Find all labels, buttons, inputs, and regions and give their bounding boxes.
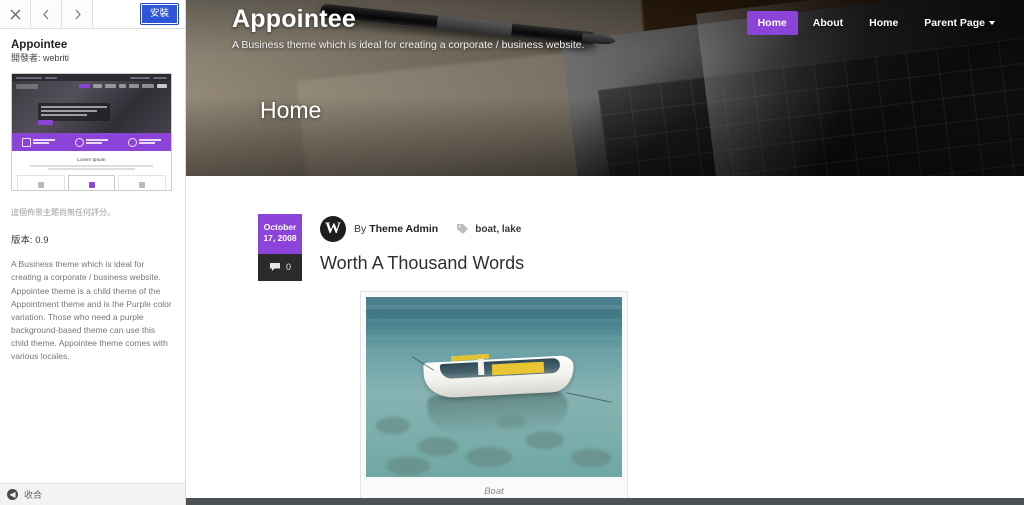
post-tag-list[interactable]: boat, lake [475,224,521,235]
screenshot-hero-card [38,103,110,122]
avatar: W [320,216,346,242]
screenshot-columns [12,175,171,191]
nav-item-about[interactable]: About [802,11,854,35]
post-tags: boat, lake [456,223,521,235]
nav-label: Home [757,17,787,29]
post-date-month: October [263,222,297,232]
post-byline: W By Theme Admin boat, lake [320,216,1024,242]
previous-theme-icon[interactable] [31,0,62,28]
screenshot-contact-bar [12,133,171,152]
site-banner: Appointee A Business theme which is idea… [186,0,1024,176]
site-title[interactable]: Appointee [232,5,585,34]
screenshot-section-title: Lorem Ipsum [77,157,106,163]
collapse-icon: ◀ [7,489,18,500]
post-meta-column: October 17, 2008 0 [258,214,302,281]
nav-label: About [812,17,844,29]
theme-rating-note: 這個佈景主題尚無任何評分。 [11,208,115,218]
theme-details-panel: 安裝 Appointee 開發者: webriti Lorem Ipsum 這個… [0,0,186,505]
theme-preview-frame: Appointee A Business theme which is idea… [186,0,1024,505]
screenshot-topbar [12,74,171,82]
post-date-badge: October 17, 2008 [258,214,302,254]
byline-prefix: By [354,223,367,235]
chevron-down-icon [989,21,995,26]
preview-bottom-bar [186,498,1024,505]
post-comment-count[interactable]: 0 [258,253,302,281]
comment-count-value: 0 [285,261,291,272]
post-author[interactable]: Theme Admin [369,223,438,235]
theme-panel-body: Appointee 開發者: webriti Lorem Ipsum 這個佈景主… [0,29,185,364]
nav-label: Home [869,17,899,29]
tag-icon [457,224,469,234]
screenshot-section: Lorem Ipsum [12,151,171,176]
site-branding: Appointee A Business theme which is idea… [232,5,585,51]
post-article: October 17, 2008 0 W By Theme Admin boat… [186,214,1024,505]
theme-panel-toolbar: 安裝 [0,0,185,29]
main-navigation: Home About Home Parent Page [746,11,1006,35]
screenshot-logo [16,84,38,90]
post-author-line: By Theme Admin [354,223,438,235]
boat-photo[interactable] [366,297,622,477]
screenshot-hero [12,81,171,134]
nav-label: Parent Page [924,17,985,29]
screenshot-hero-button [38,120,53,126]
collapse-label: 收合 [24,490,43,500]
nav-item-parent-page[interactable]: Parent Page [913,11,1006,35]
install-button[interactable]: 安裝 [139,2,179,26]
screenshot-nav [79,84,167,89]
collapse-panel-button[interactable]: ◀ 收合 [0,483,185,505]
nav-item-home-active[interactable]: Home [746,11,798,35]
site-tagline: A Business theme which is ideal for crea… [232,38,585,51]
page-title: Home [260,96,322,123]
nav-item-home[interactable]: Home [858,11,909,35]
comment-icon [269,262,280,271]
theme-name: Appointee [11,39,68,51]
page-title-area: Home [186,51,1024,124]
theme-screenshot[interactable]: Lorem Ipsum [11,73,172,192]
close-icon[interactable] [0,0,31,28]
site-masthead: Appointee A Business theme which is idea… [186,0,1024,51]
post-body: W By Theme Admin boat, lake Worth A Thou… [320,214,1024,505]
post-title[interactable]: Worth A Thousand Words [320,253,1024,274]
screen: 安裝 Appointee 開發者: webriti Lorem Ipsum 這個… [0,0,1024,505]
site-content: October 17, 2008 0 W By Theme Admin boat… [186,176,1024,505]
theme-description: A Business theme which is ideal for crea… [11,259,172,362]
theme-version: 版本: 0.9 [11,235,49,247]
next-theme-icon[interactable] [62,0,93,28]
post-figure: Boat [360,291,628,505]
post-date-day-year: 17, 2008 [263,233,297,244]
theme-author: 開發者: webriti [11,53,70,64]
